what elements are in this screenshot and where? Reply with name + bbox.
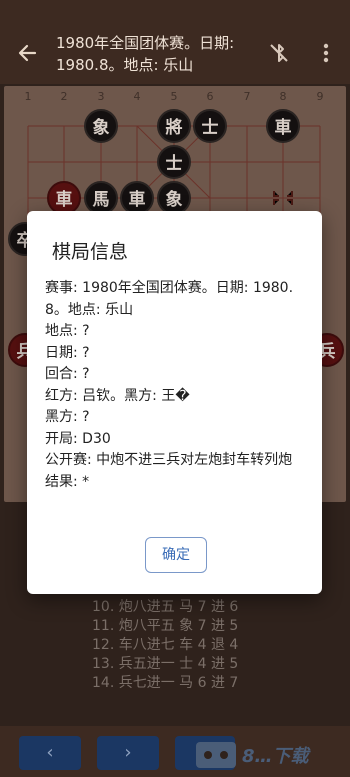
chess-piece[interactable]: 車 bbox=[120, 181, 154, 215]
list-item[interactable]: 13. 兵五进一 士 4 进 5 bbox=[92, 655, 262, 674]
chess-piece[interactable]: 車 bbox=[266, 109, 300, 143]
info-date: 日期: ? bbox=[45, 344, 90, 361]
prev-move-button[interactable]: ‹ bbox=[19, 736, 81, 770]
file-number: 8 bbox=[279, 90, 287, 103]
chess-piece[interactable]: 象 bbox=[157, 181, 191, 215]
back-button[interactable] bbox=[12, 38, 42, 68]
list-item[interactable]: 12. 车八进七 车 4 退 4 bbox=[92, 636, 262, 655]
info-result: 结果: * bbox=[45, 473, 90, 490]
chess-piece[interactable]: 士 bbox=[193, 109, 227, 143]
list-item[interactable]: 14. 兵七进一 马 6 进 7 bbox=[92, 674, 262, 693]
next-move-button[interactable]: › bbox=[97, 736, 159, 770]
chess-piece[interactable]: 將 bbox=[157, 109, 191, 143]
file-number: 1 bbox=[24, 90, 32, 103]
list-item[interactable]: 10. 炮八进五 马 7 进 6 bbox=[92, 598, 262, 617]
list-item[interactable]: 11. 炮八平五 象 7 进 5 bbox=[92, 617, 262, 636]
file-number: 5 bbox=[170, 90, 178, 103]
game-info-dialog: 棋局信息 赛事: 1980年全国团体赛。日期: 1980.8。地点: 乐山 地点… bbox=[27, 211, 322, 594]
cassette-icon bbox=[196, 742, 236, 768]
info-opening: 开局: D30 bbox=[45, 430, 111, 447]
info-round: 回合: ? bbox=[45, 366, 90, 382]
dialog-title: 棋局信息 bbox=[52, 241, 129, 263]
file-number: 9 bbox=[316, 90, 324, 103]
info-event: 赛事: 1980年全国团体赛。日期: 1980.8。地点: 乐山 bbox=[45, 280, 294, 318]
bluetooth-off-icon bbox=[270, 44, 288, 62]
file-number: 3 bbox=[97, 90, 105, 103]
file-number: 4 bbox=[133, 90, 141, 103]
dialog-body: 赛事: 1980年全国团体赛。日期: 1980.8。地点: 乐山 地点: ? 日… bbox=[45, 278, 307, 493]
ok-button[interactable]: 确定 bbox=[145, 537, 207, 573]
info-variation: 公开赛: 中炮不进三兵对左炮封车转列炮 bbox=[45, 452, 293, 468]
chess-piece[interactable]: 車 bbox=[47, 181, 81, 215]
watermark-logo: 8…下载 bbox=[190, 736, 350, 776]
more-button[interactable] bbox=[318, 40, 334, 66]
app-bar: 1980年全国团体赛。日期: 1980.8。地点: 乐山 bbox=[0, 0, 350, 84]
page-title: 1980年全国团体赛。日期: 1980.8。地点: 乐山 bbox=[56, 34, 235, 74]
chess-piece[interactable]: 士 bbox=[157, 145, 191, 179]
arrow-left-icon bbox=[18, 44, 37, 62]
move-list: 10. 炮八进五 马 7 进 6 11. 炮八平五 象 7 进 5 12. 车八… bbox=[92, 598, 262, 693]
file-number: 6 bbox=[206, 90, 214, 103]
file-number: 7 bbox=[243, 90, 251, 103]
more-vert-icon bbox=[323, 43, 329, 63]
info-red: 红方: 吕钦。黑方: 王� bbox=[45, 387, 190, 404]
info-black: 黑方: ? bbox=[45, 409, 90, 425]
chess-piece[interactable]: 馬 bbox=[84, 181, 118, 215]
info-location: 地点: ? bbox=[45, 323, 90, 339]
bluetooth-button[interactable] bbox=[266, 40, 292, 66]
chess-piece[interactable]: 象 bbox=[84, 109, 118, 143]
file-number: 2 bbox=[60, 90, 68, 103]
watermark-text: 8…下载 bbox=[242, 746, 309, 767]
